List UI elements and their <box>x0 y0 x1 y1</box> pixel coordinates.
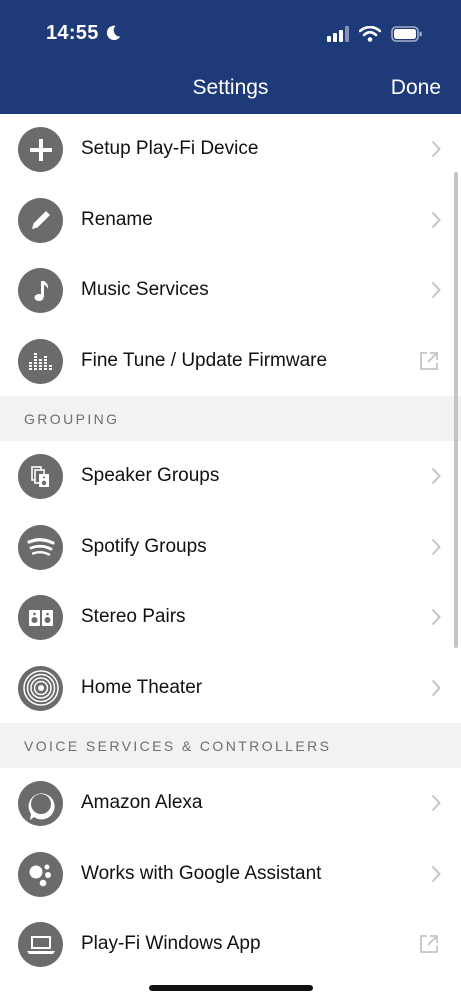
home-theater-icon <box>18 665 63 711</box>
row-label: Speaker Groups <box>81 465 220 487</box>
wifi-icon <box>359 26 381 42</box>
music-note-icon <box>18 268 63 313</box>
spotify-icon <box>18 524 63 570</box>
chevron-right-icon <box>431 608 441 626</box>
cellular-signal-icon <box>327 26 349 42</box>
chevron-right-icon <box>431 281 441 299</box>
row-label: Stereo Pairs <box>81 606 186 628</box>
row-label: Amazon Alexa <box>81 792 203 814</box>
row-label: Setup Play-Fi Device <box>81 138 259 160</box>
row-label: Home Theater <box>81 676 203 698</box>
external-link-icon <box>420 935 438 953</box>
chevron-right-icon <box>431 140 441 158</box>
chevron-right-icon <box>431 538 441 555</box>
equalizer-icon <box>18 338 63 384</box>
setup-play-fi-device-row[interactable]: Setup Play-Fi Device <box>0 114 461 185</box>
row-label: Fine Tune / Update Firmware <box>81 349 328 371</box>
play-fi-windows-app-row[interactable]: Play-Fi Windows App <box>0 909 461 980</box>
laptop-icon <box>18 922 63 967</box>
status-indicators <box>327 24 423 44</box>
chevron-right-icon <box>431 679 441 696</box>
external-link-icon <box>420 351 438 370</box>
moon-icon <box>106 25 121 41</box>
fine-tune-update-firmware-row[interactable]: Fine Tune / Update Firmware <box>0 325 461 396</box>
amazon-alexa-row[interactable]: Amazon Alexa <box>0 768 461 839</box>
done-button[interactable]: Done <box>391 76 441 100</box>
stereo-pair-icon <box>18 595 63 640</box>
row-label: Spotify Groups <box>81 535 207 557</box>
section-title: VOICE SERVICES & CONTROLLERS <box>24 738 332 754</box>
home-indicator[interactable] <box>149 985 313 991</box>
spotify-groups-row[interactable]: Spotify Groups <box>0 511 461 582</box>
row-label: Works with Google Assistant <box>81 862 322 884</box>
scrollbar[interactable] <box>454 172 458 648</box>
chevron-right-icon <box>431 467 441 485</box>
section-header-voice-services: VOICE SERVICES & CONTROLLERS <box>0 723 461 768</box>
nav-header: 14:55 Settings Done <box>0 0 461 114</box>
row-label: Play-Fi Windows App <box>81 933 261 955</box>
google-assistant-row[interactable]: Works with Google Assistant <box>0 838 461 909</box>
speaker-group-icon <box>18 454 63 499</box>
pencil-icon <box>18 197 63 243</box>
row-label: Music Services <box>81 279 209 301</box>
section-title: GROUPING <box>24 411 120 427</box>
plus-icon <box>18 127 63 172</box>
chevron-right-icon <box>431 211 441 228</box>
settings-list: Setup Play-Fi Device Rename Music Servic… <box>0 114 461 980</box>
speaker-groups-row[interactable]: Speaker Groups <box>0 441 461 512</box>
battery-icon <box>391 26 422 42</box>
google-assistant-icon <box>18 851 63 897</box>
rename-row[interactable]: Rename <box>0 184 461 255</box>
music-services-row[interactable]: Music Services <box>0 255 461 326</box>
section-header-grouping: GROUPING <box>0 396 461 441</box>
home-theater-row[interactable]: Home Theater <box>0 652 461 723</box>
status-time: 14:55 <box>46 22 99 44</box>
row-label: Rename <box>81 208 153 230</box>
chevron-right-icon <box>431 865 441 882</box>
stereo-pairs-row[interactable]: Stereo Pairs <box>0 582 461 653</box>
alexa-icon <box>18 781 63 826</box>
chevron-right-icon <box>431 794 441 812</box>
